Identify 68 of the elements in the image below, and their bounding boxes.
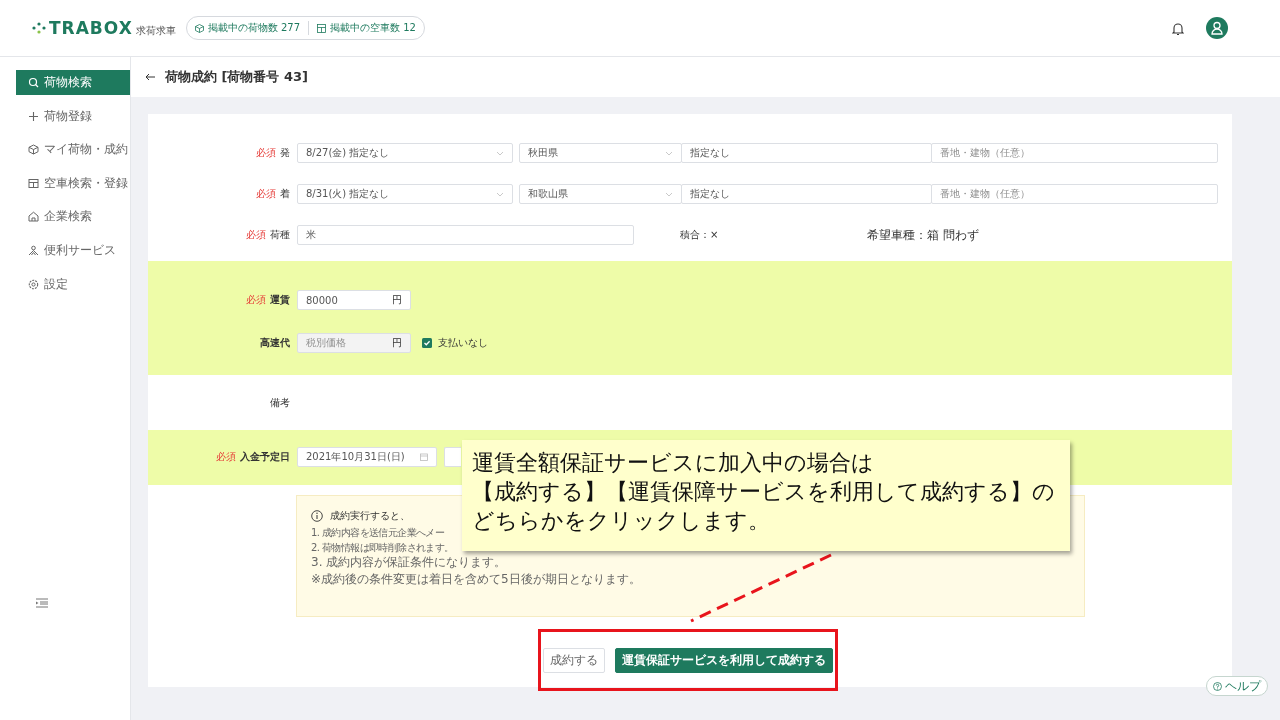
select-field[interactable]: 和歌山県 (519, 184, 682, 204)
price-field[interactable]: 80000 円 (297, 290, 411, 310)
cube-icon (194, 23, 204, 33)
sidebar-item[interactable]: 設定 (0, 271, 130, 297)
stat-label: 掲載中の荷物数 277 (207, 21, 301, 35)
stat-label: 掲載中の空車数 12 (330, 21, 416, 35)
page-title: 荷物成約 [荷物番号 43] (165, 68, 309, 86)
help-icon (1213, 681, 1222, 691)
input-field[interactable]: 米 (297, 225, 634, 245)
logo-subtitle: 求荷求車 (135, 24, 176, 38)
search-icon (28, 77, 39, 88)
sidebar-item[interactable]: マイ荷物・成約 (0, 137, 130, 163)
primary-button[interactable]: 運賃保証サービスを利用して成約する (615, 647, 833, 673)
chevron-down-icon (496, 191, 504, 197)
mixed-load-text: 積合：× (680, 228, 720, 242)
cube-icon (28, 144, 39, 156)
field-label: 着 (280, 187, 290, 201)
field-label: 備考 (270, 395, 290, 410)
required-tag: 必須 (256, 146, 276, 160)
required-tag: 必須 (246, 228, 266, 242)
chevron-down-icon (496, 150, 504, 156)
avatar-icon[interactable] (1206, 17, 1228, 39)
house-icon (28, 211, 39, 223)
field-label: 発 (280, 146, 290, 160)
annotation-tooltip: 運賃全額保証サービスに加入中の場合は 【成約する】【運賃保障サービスを利用して成約する】の どちらかをクリックします。 (462, 440, 1070, 551)
people-icon (28, 244, 39, 256)
input-field[interactable]: 指定なし (681, 184, 932, 204)
notice-item: 1. 成約内容を送信元企業へメー (311, 526, 445, 540)
logo-dots-icon (32, 22, 46, 34)
field-label: 入金予定日 (240, 450, 290, 464)
price-field: 税別価格 円 (297, 333, 411, 353)
plus-icon (28, 110, 39, 122)
select-field[interactable]: 8/27(金) 指定なし (297, 143, 513, 163)
chevron-down-icon (665, 191, 673, 197)
window-icon (28, 177, 39, 189)
sidebar-item[interactable]: 便利サービス (0, 237, 130, 263)
input-field[interactable]: 指定なし (681, 143, 932, 163)
info-icon (311, 510, 323, 522)
select-field[interactable] (444, 447, 461, 467)
chevron-down-icon (665, 150, 673, 156)
address-field[interactable]: 番地・建物（任意） (931, 143, 1218, 163)
field-label: 運賃 (270, 293, 290, 307)
help-button[interactable]: ヘルプ (1206, 676, 1268, 696)
date-field[interactable]: 2021年10月31日(日) (297, 447, 437, 467)
required-tag: 必須 (246, 293, 266, 307)
vehicle-type-text: 希望車種：箱 問わず (867, 226, 979, 244)
sidebar-item[interactable]: 空車検索・登録 (0, 170, 130, 196)
sidebar-item[interactable]: 荷物検索 (16, 70, 130, 95)
notice-item: 3. 成約内容が保証条件になります。 (311, 555, 507, 570)
settings-icon (28, 278, 39, 290)
required-tag: 必須 (216, 450, 236, 464)
notice-item: 2. 荷物情報は即時削除されます。 (311, 541, 454, 555)
field-label: 高速代 (260, 336, 290, 350)
bell-icon[interactable] (1172, 21, 1184, 35)
field-label: 荷種 (270, 228, 290, 242)
notice-title: 成約実行すると、 (330, 509, 410, 523)
notice-note: ※成約後の条件変更は着日を含めて5日後が期日となります。 (311, 572, 641, 587)
address-field[interactable]: 番地・建物（任意） (931, 184, 1218, 204)
select-field[interactable]: 8/31(火) 指定なし (297, 184, 513, 204)
window-icon (317, 23, 327, 33)
logo-text: TRABOX (49, 18, 133, 38)
required-tag: 必須 (256, 187, 276, 201)
sidebar-item[interactable]: 荷物登録 (0, 103, 130, 129)
secondary-button[interactable]: 成約する (543, 647, 605, 673)
select-field[interactable]: 秋田県 (519, 143, 682, 163)
calendar-icon (420, 453, 428, 461)
back-arrow-icon[interactable] (145, 73, 155, 81)
sidebar-item[interactable]: 企業検索 (0, 204, 130, 230)
